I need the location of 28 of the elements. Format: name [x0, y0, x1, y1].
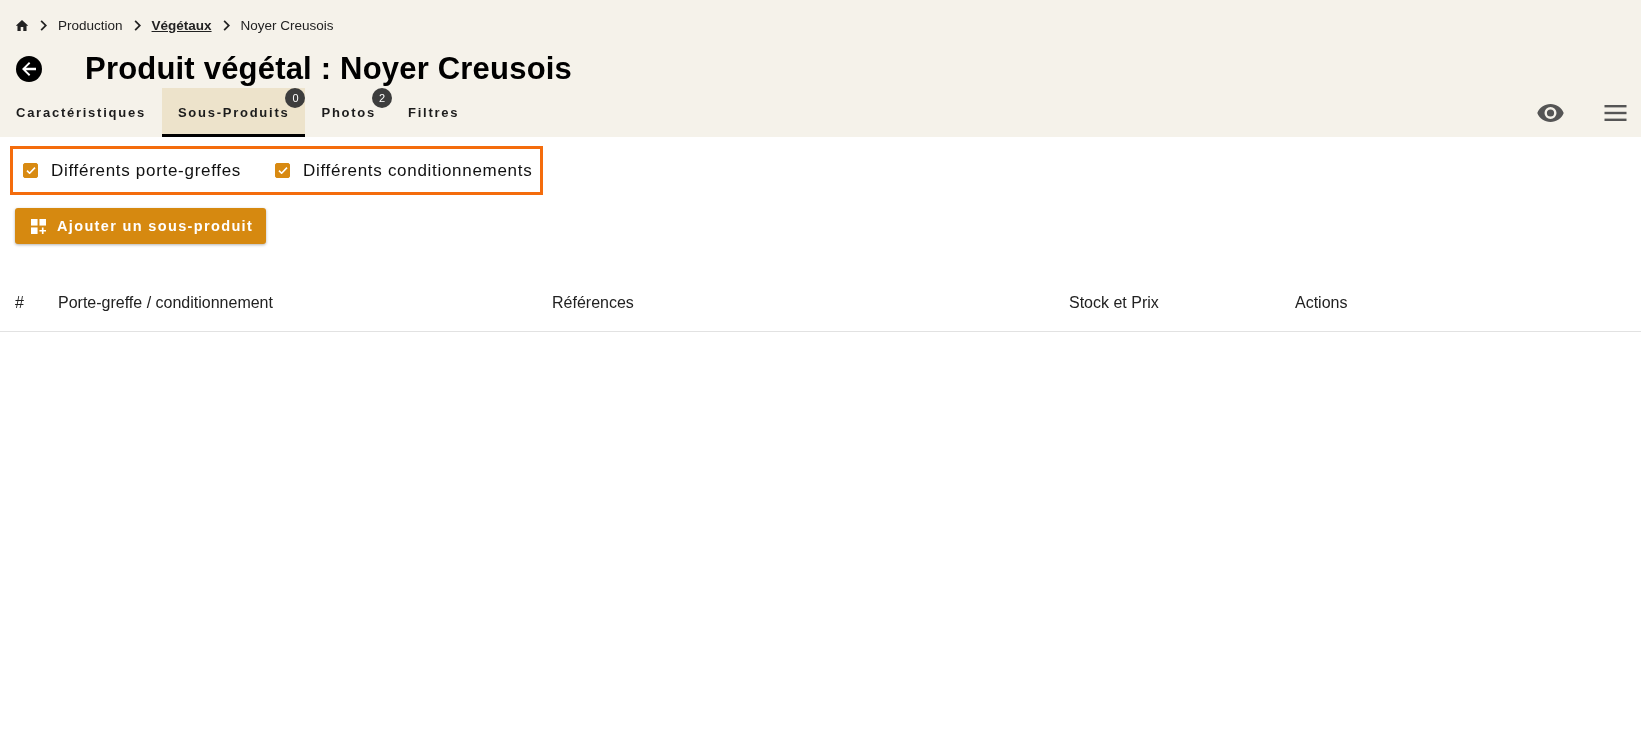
tab[interactable]: Filtres [392, 88, 476, 137]
page-title: Produit végétal : Noyer Creusois [85, 51, 573, 87]
breadcrumb-item: Noyer Creusois [240, 17, 334, 33]
checkbox-label[interactable]: Différents conditionnements [303, 160, 533, 181]
checkbox-label[interactable]: Différents porte-greffes [51, 160, 242, 181]
check-icon [25, 166, 36, 175]
chevron-right-icon [40, 19, 47, 31]
count-badge: 2 [372, 88, 393, 108]
breadcrumb-item[interactable]: Production [58, 17, 123, 33]
checkbox[interactable] [275, 163, 291, 178]
tab[interactable]: Photos 2 [305, 88, 393, 137]
breadcrumb-link[interactable]: Végétaux [151, 17, 212, 33]
check-icon [277, 166, 288, 175]
column-header: Porte-greffe / conditionnement [58, 293, 273, 312]
eye-icon[interactable] [1537, 103, 1564, 122]
home-icon[interactable] [16, 19, 28, 31]
chevron-right-icon [133, 19, 141, 31]
grid-plus-icon [31, 218, 46, 234]
tab[interactable]: Sous-Produits 0 [161, 88, 306, 137]
column-header: Stock et Prix [1069, 293, 1159, 312]
tab[interactable]: Caractéristiques [0, 88, 162, 137]
column-header: # [15, 293, 24, 312]
column-header: Actions [1295, 293, 1348, 312]
count-badge: 0 [285, 88, 306, 108]
checkbox[interactable] [23, 163, 38, 178]
menu-icon[interactable] [1604, 104, 1627, 121]
column-header: Références [552, 293, 634, 312]
chevron-right-icon [222, 19, 230, 31]
